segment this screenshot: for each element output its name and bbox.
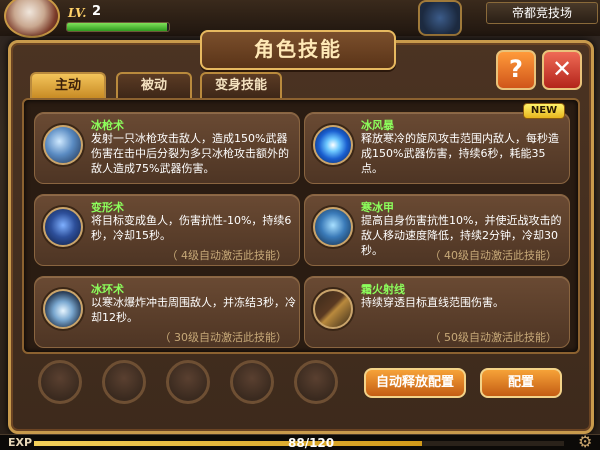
skill-slot[interactable] (166, 360, 210, 404)
skill-description: 持续穿透目标直线范围伤害。 (361, 296, 504, 309)
skill-slot[interactable] (38, 360, 82, 404)
frostfire-ray-icon (313, 289, 353, 329)
player-avatar[interactable] (4, 0, 60, 38)
skill-card-ice-armor[interactable]: 寒冰甲 提高自身伤害抗性10%，并使近战攻击的敌人移动速度降低，持续2分钟，冷却… (304, 194, 570, 266)
exp-label: EXP (8, 436, 33, 449)
hp-bar (66, 22, 170, 32)
exp-fill (34, 441, 423, 446)
level-value: 2 (92, 4, 102, 19)
configure-button[interactable]: 配置 (480, 368, 562, 398)
arena-label[interactable]: 帝都竞技场 (486, 2, 598, 24)
polymorph-icon (43, 207, 83, 247)
skill-description: 以寒冰爆炸冲击周围敌人，并冻结3秒，冷却12秒。 (91, 296, 296, 324)
exp-value: 88/120 (288, 436, 335, 450)
hp-fill (67, 23, 167, 31)
skill-unlock-note: （ 50级自动激活此技能） (429, 331, 558, 344)
skills-panel: 冰枪术 发射一只冰枪攻击敌人，造成150%武器伤害在击中后分裂为多只冰枪攻击额外… (22, 98, 580, 354)
tab-passive-skills[interactable]: 被动 (116, 72, 192, 98)
close-button[interactable]: ✕ (542, 50, 582, 90)
auto-release-config-button[interactable]: 自动释放配置 (364, 368, 466, 398)
skill-unlock-note: （ 40级自动激活此技能） (429, 249, 558, 262)
frost-nova-icon (43, 289, 83, 329)
tab-active-skills[interactable]: 主动 (30, 72, 106, 98)
help-button[interactable]: ? (496, 50, 536, 90)
skill-unlock-note: （ 30级自动激活此技能） (159, 331, 288, 344)
skill-card-ice-storm[interactable]: 冰风暴 释放寒冷的旋风攻击范围内敌人，每秒造成150%武器伤害，持续6秒，耗能3… (304, 103, 570, 184)
ice-storm-icon (313, 125, 353, 165)
skill-card-polymorph[interactable]: 变形术 将目标变成鱼人，伤害抗性-10%，持续6秒，冷却15秒。 （ 4级自动激… (34, 194, 300, 266)
level-label: LV. (68, 6, 87, 20)
skill-unlock-note: （ 4级自动激活此技能） (166, 249, 288, 262)
skill-description: 发射一只冰枪攻击敌人，造成150%武器伤害在击中后分裂为多只冰枪攻击额外的敌人造… (91, 132, 289, 175)
ice-armor-icon (313, 207, 353, 247)
skill-slot[interactable] (294, 360, 338, 404)
guild-emblem-icon[interactable] (418, 0, 462, 36)
ice-spear-icon (43, 125, 83, 165)
skill-description: 释放寒冷的旋风攻击范围内敌人，每秒造成150%武器伤害，持续6秒，耗能35点。 (361, 132, 559, 175)
gear-icon[interactable]: ⚙ (578, 432, 600, 450)
skill-card-frostfire-ray[interactable]: 霜火射线 持续穿透目标直线范围伤害。 （ 50级自动激活此技能） (304, 276, 570, 348)
skill-slot[interactable] (230, 360, 274, 404)
new-badge: NEW (523, 103, 565, 119)
tab-transform-skills[interactable]: 变身技能 (200, 72, 282, 98)
dialog-title: 角色技能 (200, 30, 396, 70)
skill-card-ice-spear[interactable]: 冰枪术 发射一只冰枪攻击敌人，造成150%武器伤害在击中后分裂为多只冰枪攻击额外… (34, 112, 300, 184)
skill-slot[interactable] (102, 360, 146, 404)
skill-description: 将目标变成鱼人，伤害抗性-10%，持续6秒，冷却15秒。 (91, 214, 292, 242)
skill-card-frost-nova[interactable]: 冰环术 以寒冰爆炸冲击周围敌人，并冻结3秒，冷却12秒。 （ 30级自动激活此技… (34, 276, 300, 348)
